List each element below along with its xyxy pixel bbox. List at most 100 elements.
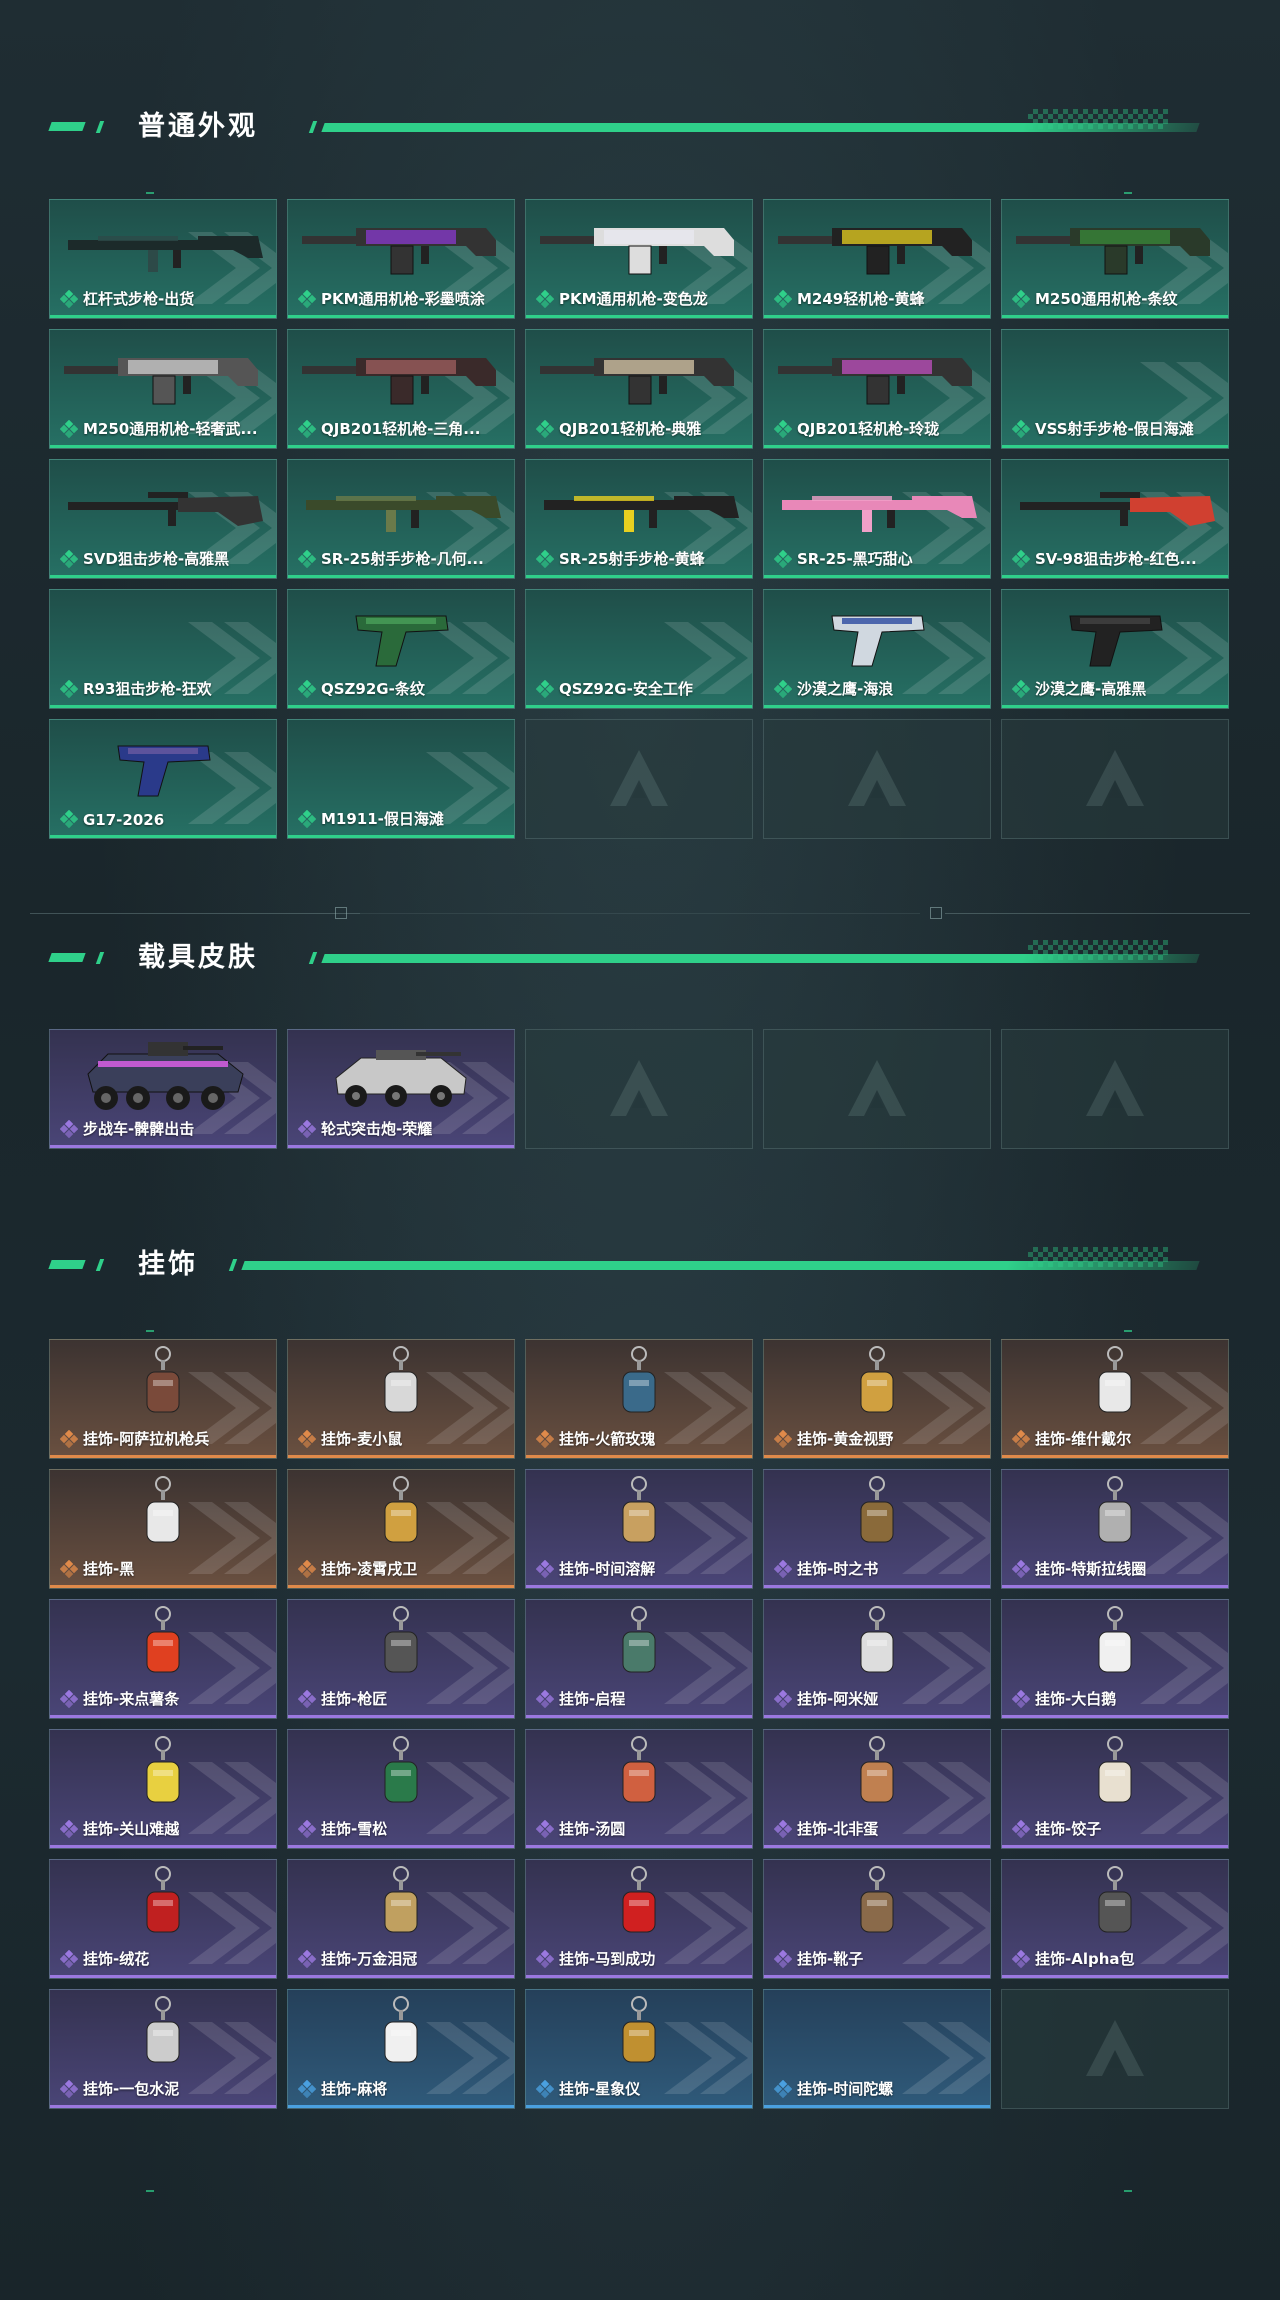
- header-checker-pattern: [1028, 109, 1168, 129]
- skin-card[interactable]: 挂饰-北非蛋: [763, 1729, 991, 1849]
- skin-card[interactable]: 挂饰-万金泪冠: [287, 1859, 515, 1979]
- skin-card[interactable]: R93狙击步枪-狂欢: [49, 589, 277, 709]
- skin-card[interactable]: QJB201轻机枪-玲珑: [763, 329, 991, 449]
- item-image: [288, 336, 514, 416]
- skin-card[interactable]: 挂饰-时间溶解: [525, 1469, 753, 1589]
- skin-card[interactable]: 挂饰-时间陀螺: [763, 1989, 991, 2109]
- item-image: [288, 1036, 514, 1116]
- diamond-cluster-icon: [60, 1690, 78, 1708]
- item-image: [526, 466, 752, 546]
- diamond-cluster-icon: [60, 1430, 78, 1448]
- skin-card[interactable]: SR-25射手步枪-黄蜂: [525, 459, 753, 579]
- skin-card[interactable]: SV-98狙击步枪-红色...: [1001, 459, 1229, 579]
- item-image: [764, 1345, 990, 1426]
- skin-card[interactable]: 挂饰-雪松: [287, 1729, 515, 1849]
- skin-card[interactable]: QJB201轻机枪-三角...: [287, 329, 515, 449]
- skin-card[interactable]: 挂饰-绒花: [49, 1859, 277, 1979]
- item-label: QSZ92G-安全工作: [559, 680, 693, 698]
- skin-card[interactable]: 挂饰-黄金视野: [763, 1339, 991, 1459]
- chevron-logo-icon: [848, 1060, 906, 1116]
- skin-card[interactable]: VSS射手步枪-假日海滩: [1001, 329, 1229, 449]
- skin-card[interactable]: M249轻机枪-黄蜂: [763, 199, 991, 319]
- item-image: [288, 726, 514, 806]
- diamond-cluster-icon: [1012, 1430, 1030, 1448]
- empty-slot: [763, 719, 991, 839]
- skin-card[interactable]: 步战车-髀髀出击: [49, 1029, 277, 1149]
- item-label: 挂饰-万金泪冠: [321, 1950, 418, 1968]
- skin-card[interactable]: 沙漠之鹰-高雅黑: [1001, 589, 1229, 709]
- chevron-logo-icon: [1086, 1060, 1144, 1116]
- diamond-cluster-icon: [60, 1950, 78, 1968]
- item-image: [526, 1995, 752, 2076]
- skin-card[interactable]: QJB201轻机枪-典雅: [525, 329, 753, 449]
- diamond-cluster-icon: [536, 420, 554, 438]
- skin-card[interactable]: 挂饰-阿米娅: [763, 1599, 991, 1719]
- skin-card[interactable]: SR-25射手步枪-几何...: [287, 459, 515, 579]
- skin-card[interactable]: SR-25-黑巧甜心: [763, 459, 991, 579]
- chevron-logo-icon: [1086, 750, 1144, 806]
- item-label: 挂饰-绒花: [83, 1950, 150, 1968]
- section-header-weapons: 普通外观: [48, 107, 1200, 147]
- skin-card[interactable]: QSZ92G-条纹: [287, 589, 515, 709]
- corner-mark: [1124, 192, 1132, 194]
- skin-card[interactable]: 挂饰-维什戴尔: [1001, 1339, 1229, 1459]
- empty-slot: [1001, 719, 1229, 839]
- skin-card[interactable]: 挂饰-凌霄戌卫: [287, 1469, 515, 1589]
- skin-card[interactable]: 挂饰-麦小鼠: [287, 1339, 515, 1459]
- skin-card[interactable]: QSZ92G-安全工作: [525, 589, 753, 709]
- skin-card[interactable]: M250通用机枪-条纹: [1001, 199, 1229, 319]
- diamond-cluster-icon: [774, 290, 792, 308]
- item-label: M250通用机枪-条纹: [1035, 290, 1178, 308]
- skin-card[interactable]: 沙漠之鹰-海浪: [763, 589, 991, 709]
- skin-card[interactable]: PKM通用机枪-彩墨喷涂: [287, 199, 515, 319]
- section-divider: [30, 904, 1250, 924]
- diamond-cluster-icon: [536, 1560, 554, 1578]
- item-image: [50, 466, 276, 546]
- skin-card[interactable]: 挂饰-麻将: [287, 1989, 515, 2109]
- skin-card[interactable]: 挂饰-特斯拉线圈: [1001, 1469, 1229, 1589]
- item-label: QJB201轻机枪-典雅: [559, 420, 702, 438]
- item-label: R93狙击步枪-狂欢: [83, 680, 212, 698]
- skin-card[interactable]: 杠杆式步枪-出货: [49, 199, 277, 319]
- diamond-cluster-icon: [60, 290, 78, 308]
- diamond-cluster-icon: [536, 680, 554, 698]
- skin-card[interactable]: 挂饰-星象仪: [525, 1989, 753, 2109]
- skin-card[interactable]: 挂饰-一包水泥: [49, 1989, 277, 2109]
- item-image: [50, 596, 276, 676]
- skin-card[interactable]: 挂饰-关山难越: [49, 1729, 277, 1849]
- diamond-cluster-icon: [60, 680, 78, 698]
- item-image: [764, 1475, 990, 1556]
- skin-card[interactable]: 挂饰-饺子: [1001, 1729, 1229, 1849]
- diamond-cluster-icon: [536, 1820, 554, 1838]
- skin-card[interactable]: 挂饰-马到成功: [525, 1859, 753, 1979]
- skin-card[interactable]: M250通用机枪-轻奢武...: [49, 329, 277, 449]
- skin-card[interactable]: 挂饰-靴子: [763, 1859, 991, 1979]
- chevron-logo-icon: [610, 1060, 668, 1116]
- section-header-vehicles: 载具皮肤: [48, 938, 1200, 978]
- skin-card[interactable]: M1911-假日海滩: [287, 719, 515, 839]
- skin-card[interactable]: SVD狙击步枪-高雅黑: [49, 459, 277, 579]
- item-image: [50, 726, 276, 806]
- skin-card[interactable]: 挂饰-Alpha包: [1001, 1859, 1229, 1979]
- diamond-cluster-icon: [298, 680, 316, 698]
- skin-card[interactable]: 挂饰-时之书: [763, 1469, 991, 1589]
- skin-card[interactable]: 挂饰-黑: [49, 1469, 277, 1589]
- skin-card[interactable]: PKM通用机枪-变色龙: [525, 199, 753, 319]
- skin-card[interactable]: 挂饰-阿萨拉机枪兵: [49, 1339, 277, 1459]
- skin-card[interactable]: 挂饰-启程: [525, 1599, 753, 1719]
- corner-mark: [146, 192, 154, 194]
- skin-card[interactable]: 挂饰-火箭玫瑰: [525, 1339, 753, 1459]
- skin-card[interactable]: 轮式突击炮-荣耀: [287, 1029, 515, 1149]
- skin-card[interactable]: 挂饰-来点薯条: [49, 1599, 277, 1719]
- diamond-cluster-icon: [298, 1430, 316, 1448]
- item-label: 挂饰-靴子: [797, 1950, 864, 1968]
- skin-card[interactable]: 挂饰-大白鹅: [1001, 1599, 1229, 1719]
- skin-card[interactable]: G17-2026: [49, 719, 277, 839]
- skin-card[interactable]: 挂饰-枪匠: [287, 1599, 515, 1719]
- diamond-cluster-icon: [60, 1560, 78, 1578]
- item-label: VSS射手步枪-假日海滩: [1035, 420, 1194, 438]
- diamond-cluster-icon: [536, 290, 554, 308]
- skin-card[interactable]: 挂饰-汤圆: [525, 1729, 753, 1849]
- item-label: PKM通用机枪-彩墨喷涂: [321, 290, 485, 308]
- corner-mark: [1124, 2190, 1132, 2192]
